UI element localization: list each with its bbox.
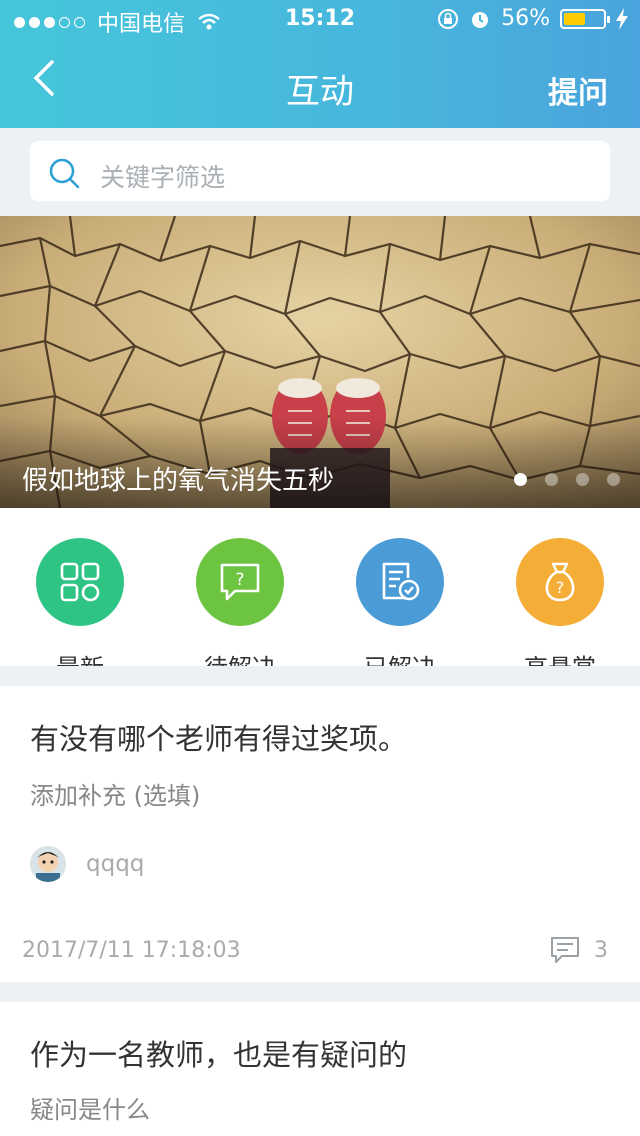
comment-count[interactable]: 3 — [550, 936, 608, 964]
checked-document-icon — [356, 538, 444, 626]
category-label: 已解决 — [320, 648, 480, 666]
search-icon — [49, 158, 80, 189]
avatar — [30, 846, 66, 882]
banner-caption: 假如地球上的氧气消失五秒 — [22, 466, 335, 496]
nav-bar: 互动 提问 — [0, 44, 640, 128]
orientation-lock-icon — [438, 8, 459, 29]
search-placeholder: 关键字筛选 — [100, 163, 226, 192]
category-label: 高悬赏 — [480, 648, 640, 666]
money-bag-icon: ? — [516, 538, 604, 626]
alarm-icon — [472, 11, 489, 28]
pager-dot[interactable] — [576, 473, 589, 486]
pager-dot[interactable] — [514, 473, 527, 486]
author-name: qqqq — [86, 851, 145, 877]
ask-question-button[interactable]: 提问 — [548, 68, 608, 112]
battery-percent: 56% — [501, 6, 550, 31]
comment-count-value: 3 — [594, 937, 608, 963]
post-card[interactable]: 作为一名教师，也是有疑问的 疑问是什么 — [0, 1002, 640, 1136]
svg-text:?: ? — [235, 570, 244, 590]
category-shortcuts: 最新 ? 待解决 已解决 — [0, 508, 640, 666]
category-unsolved[interactable]: ? 待解决 — [160, 538, 320, 666]
page-title: 互动 — [286, 72, 354, 112]
category-latest[interactable]: 最新 — [0, 538, 160, 666]
charging-icon — [616, 7, 628, 30]
post-title: 有没有哪个老师有得过奖项。 — [30, 722, 408, 756]
post-timestamp: 2017/7/11 17:18:03 — [22, 938, 241, 963]
post-subtitle: 疑问是什么 — [30, 1096, 150, 1124]
interaction-screen: 中国电信 15:12 56% 互动 提问 关键字筛选 假如地球上的氧气消失五秒 … — [0, 0, 640, 1136]
question-bubble-icon: ? — [196, 538, 284, 626]
category-high-reward[interactable]: ? 高悬赏 — [480, 538, 640, 666]
post-subtitle: 添加补充 (选填) — [30, 782, 201, 810]
header: 中国电信 15:12 56% 互动 提问 — [0, 0, 640, 128]
category-solved[interactable]: 已解决 — [320, 538, 480, 666]
category-label: 待解决 — [160, 648, 320, 666]
carousel-pager[interactable] — [514, 473, 620, 486]
post-title: 作为一名教师，也是有疑问的 — [30, 1038, 408, 1072]
comment-icon — [551, 937, 579, 963]
post-card[interactable]: 有没有哪个老师有得过奖项。 添加补充 (选填) qqqq 2017/7/11 1… — [0, 686, 640, 982]
search-input[interactable]: 关键字筛选 — [30, 141, 610, 201]
banner-carousel[interactable]: 假如地球上的氧气消失五秒 — [0, 216, 640, 508]
search-area: 关键字筛选 — [0, 128, 640, 216]
pager-dot[interactable] — [607, 473, 620, 486]
category-label: 最新 — [0, 648, 160, 666]
status-bar: 中国电信 15:12 56% — [0, 0, 640, 40]
pager-dot[interactable] — [545, 473, 558, 486]
battery-icon — [560, 8, 610, 29]
grid-icon — [36, 538, 124, 626]
svg-text:?: ? — [556, 578, 565, 597]
post-author[interactable]: qqqq — [30, 846, 144, 882]
